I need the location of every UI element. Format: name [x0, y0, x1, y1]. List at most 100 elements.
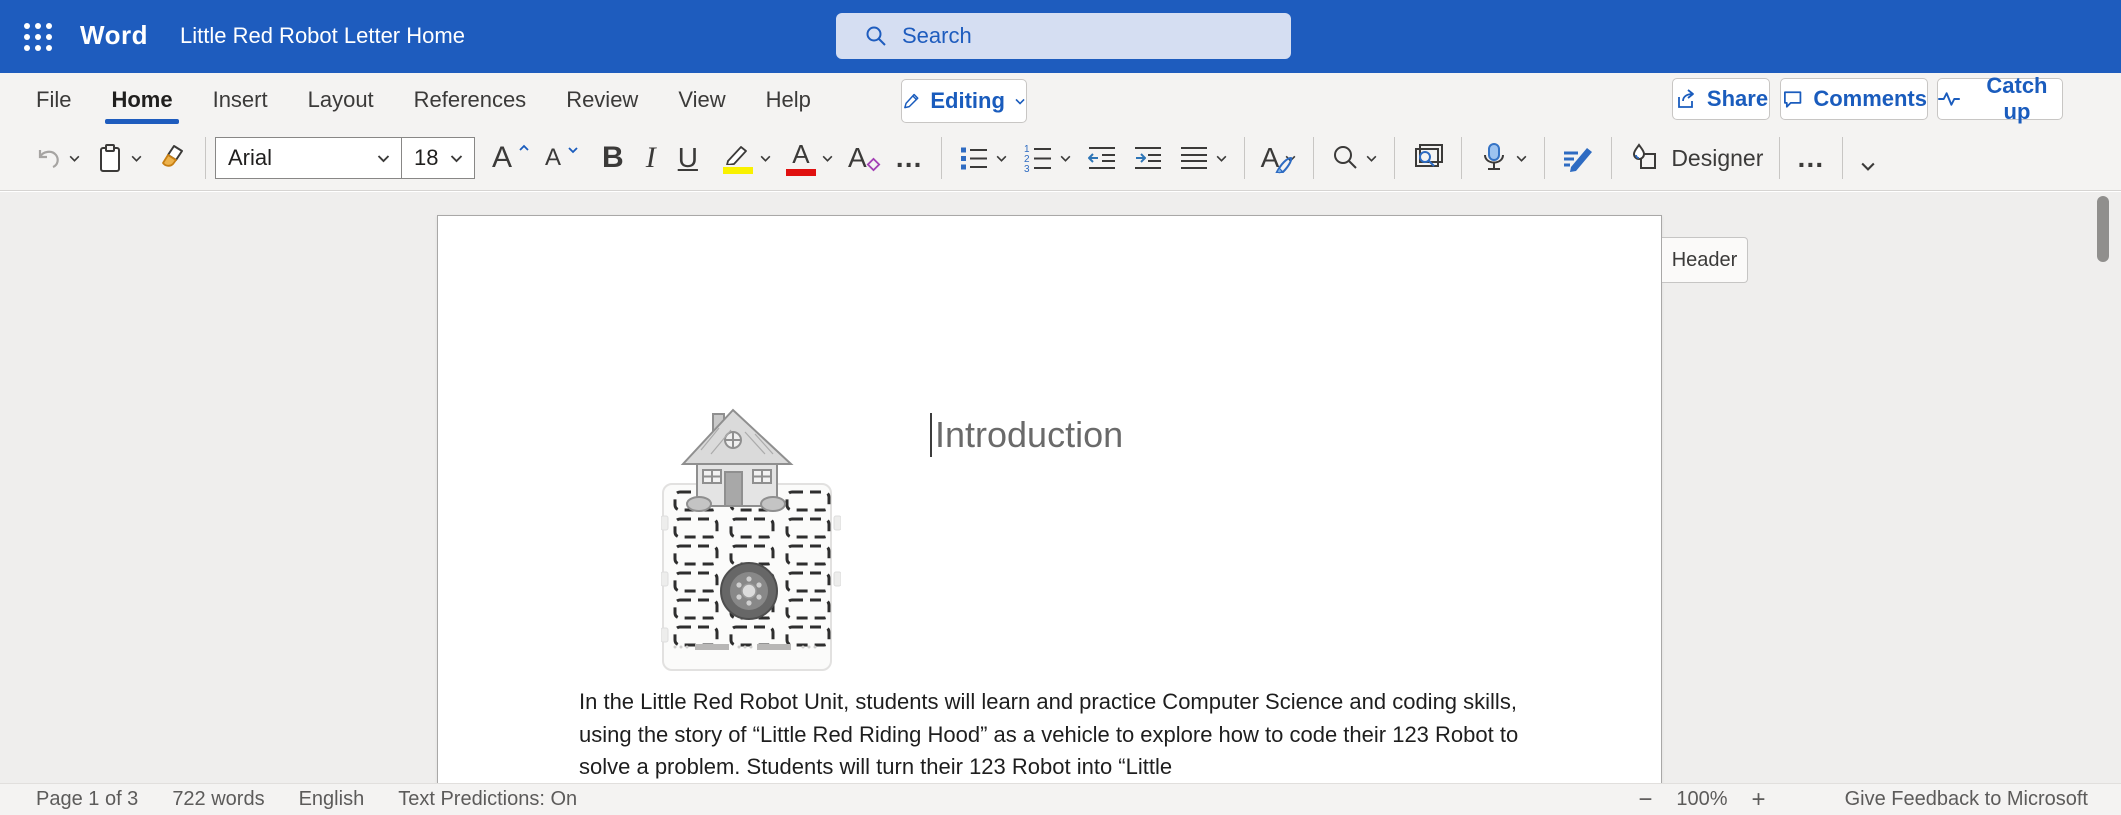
alignment-button[interactable] — [1171, 136, 1235, 180]
home-toolbar: Arial 18 A A B I U — [0, 126, 2121, 190]
language-status[interactable]: English — [282, 788, 382, 811]
numbered-list-button[interactable]: 1 2 3 — [1015, 136, 1079, 180]
bullet-list-button[interactable] — [951, 136, 1015, 180]
immersive-reader-button[interactable] — [1404, 136, 1452, 180]
more-formatting-button[interactable]: … — [888, 136, 932, 180]
bullet-list-icon — [958, 142, 990, 174]
editor-button[interactable] — [1554, 137, 1602, 179]
status-left: Page 1 of 3 722 words English Text Predi… — [0, 788, 594, 811]
zoom-out-button[interactable]: − — [1620, 786, 1670, 814]
ribbon: File Home Insert Layout References Revie… — [0, 73, 2121, 191]
numbered-list-icon: 1 2 3 — [1022, 142, 1054, 174]
italic-button[interactable]: I — [639, 135, 663, 181]
increase-indent-button[interactable] — [1125, 136, 1171, 180]
toolbar-separator — [1313, 137, 1314, 179]
toolbar-separator — [941, 137, 942, 179]
search-input[interactable] — [902, 23, 1262, 49]
app-launcher-button[interactable] — [18, 17, 58, 57]
status-bar: Page 1 of 3 722 words English Text Predi… — [0, 783, 2121, 815]
tab-layout[interactable]: Layout — [294, 73, 388, 126]
styles-button[interactable]: A — [1254, 136, 1305, 180]
search-icon — [1330, 143, 1360, 173]
tab-home[interactable]: Home — [97, 73, 186, 126]
shrink-font-button[interactable]: A — [538, 138, 587, 178]
chevron-down-icon — [1365, 152, 1378, 165]
undo-icon — [33, 143, 63, 173]
decrease-indent-button[interactable] — [1079, 136, 1125, 180]
catch-up-button[interactable]: Catch up — [1937, 78, 2063, 120]
clear-formatting-button[interactable]: A — [841, 136, 874, 180]
editor-pen-icon — [1561, 143, 1595, 173]
increase-indent-icon — [1132, 142, 1164, 174]
chevron-down-icon — [1215, 152, 1228, 165]
paste-button[interactable] — [88, 136, 150, 180]
format-painter-icon — [157, 142, 189, 174]
chevron-down-icon — [68, 152, 81, 165]
text-highlight-button[interactable] — [715, 137, 779, 180]
chevron-down-icon — [759, 152, 772, 165]
more-commands-button[interactable]: … — [1789, 136, 1833, 180]
chevron-down-icon — [566, 144, 580, 156]
tab-insert[interactable]: Insert — [199, 73, 282, 126]
toolbar-separator — [1461, 137, 1462, 179]
word-count-status[interactable]: 722 words — [155, 788, 281, 811]
tab-review[interactable]: Review — [552, 73, 652, 126]
document-heading[interactable]: Introduction — [935, 413, 1123, 457]
designer-button[interactable]: Designer — [1621, 135, 1770, 181]
font-size-select[interactable]: 18 — [401, 137, 475, 179]
status-right: − 100% + Give Feedback to Microsoft — [1620, 786, 2121, 814]
decrease-indent-icon — [1086, 142, 1118, 174]
font-color-button[interactable]: A — [779, 135, 841, 182]
document-title[interactable]: Little Red Robot Letter Home — [180, 23, 465, 49]
clipboard-icon — [95, 142, 125, 174]
vertical-scrollbar[interactable] — [2097, 196, 2109, 262]
zoom-level[interactable]: 100% — [1670, 788, 1733, 811]
zoom-in-button[interactable]: + — [1734, 786, 1784, 814]
bold-button[interactable]: B — [595, 135, 631, 181]
designer-icon — [1628, 141, 1662, 175]
share-button[interactable]: Share — [1672, 78, 1770, 120]
ribbon-tabs-row: File Home Insert Layout References Revie… — [0, 73, 2121, 126]
dictate-button[interactable] — [1471, 135, 1535, 181]
app-name[interactable]: Word — [80, 20, 148, 51]
format-painter-button[interactable] — [150, 136, 196, 180]
microphone-icon — [1478, 141, 1510, 175]
share-icon — [1674, 87, 1698, 111]
toolbar-separator — [1842, 137, 1843, 179]
chevron-down-icon — [1515, 152, 1528, 165]
heading-block: Introduction — [930, 413, 1123, 457]
header-tab[interactable]: Header — [1662, 237, 1748, 283]
find-button[interactable] — [1323, 137, 1385, 179]
document-page[interactable]: Introduction In the Little Red Robot Uni… — [437, 215, 1662, 783]
tab-references[interactable]: References — [400, 73, 541, 126]
tab-view[interactable]: View — [664, 73, 739, 126]
document-paragraph[interactable]: In the Little Red Robot Unit, students w… — [579, 686, 1527, 783]
comments-button[interactable]: Comments — [1780, 78, 1928, 120]
page-count-status[interactable]: Page 1 of 3 — [36, 788, 155, 811]
toolbar-separator — [1244, 137, 1245, 179]
chevron-down-icon — [1014, 94, 1026, 109]
text-predictions-status[interactable]: Text Predictions: On — [381, 788, 594, 811]
comment-icon — [1781, 87, 1804, 111]
top-app-bar: Word Little Red Robot Letter Home — [0, 0, 2121, 73]
search-bar[interactable] — [836, 13, 1291, 59]
editing-mode-button[interactable]: Editing — [901, 79, 1027, 123]
chevron-down-icon — [1859, 160, 1877, 174]
toolbar-separator — [205, 137, 206, 179]
underline-button[interactable]: U — [671, 136, 705, 180]
highlighter-icon — [722, 143, 754, 174]
tab-help[interactable]: Help — [752, 73, 825, 126]
chevron-down-icon — [130, 152, 143, 165]
tab-file[interactable]: File — [22, 73, 85, 126]
grow-font-button[interactable]: A — [485, 135, 538, 181]
feedback-link[interactable]: Give Feedback to Microsoft — [1828, 788, 2105, 811]
undo-button[interactable] — [26, 137, 88, 179]
font-name-select[interactable]: Arial — [215, 137, 401, 179]
house-on-robot-coding-mat-image[interactable] — [661, 406, 841, 674]
toolbar-separator — [1779, 137, 1780, 179]
collapse-ribbon-button[interactable] — [1852, 154, 1884, 180]
align-text-icon — [1178, 142, 1210, 174]
chevron-down-icon — [821, 152, 834, 165]
toolbar-separator — [1611, 137, 1612, 179]
word-web-app: Word Little Red Robot Letter Home File H… — [0, 0, 2121, 815]
